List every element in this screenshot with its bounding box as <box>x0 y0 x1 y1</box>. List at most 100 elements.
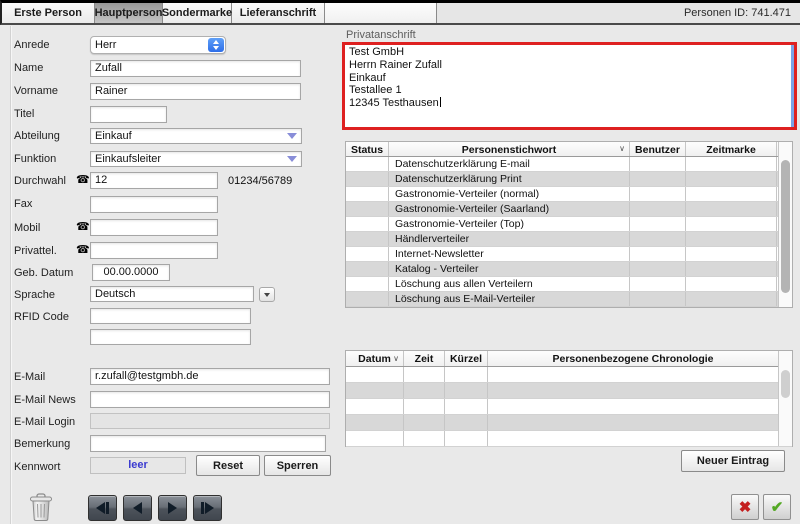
phone-icon[interactable]: ☎ <box>76 245 90 256</box>
kennwort-display: leer <box>90 457 186 474</box>
email-label: E-Mail <box>14 371 45 383</box>
vorname-input[interactable]: Rainer <box>90 83 301 100</box>
column-header-zeitmarke[interactable]: Zeitmarke <box>686 142 777 156</box>
textarea-scrollbar[interactable] <box>791 45 794 127</box>
delete-record-button[interactable] <box>25 491 57 522</box>
chevron-down-icon <box>287 156 297 162</box>
confirm-button[interactable]: ✔ <box>763 494 791 520</box>
vorname-label: Vorname <box>14 85 58 97</box>
chronologie-table: Datum∨ Zeit Kürzel Personenbezogene Chro… <box>345 350 793 447</box>
person-id-label: Personen ID: 741.471 <box>437 3 800 23</box>
table-row[interactable]: Datenschutzerklärung Print <box>346 172 792 187</box>
table-row[interactable] <box>346 383 792 399</box>
table-row[interactable] <box>346 399 792 415</box>
tab-erste-person[interactable]: Erste Person <box>2 3 95 23</box>
privattel-input[interactable] <box>90 242 218 259</box>
table-row[interactable] <box>346 367 792 383</box>
titel-label: Titel <box>14 108 34 120</box>
chevron-down-icon <box>287 133 297 139</box>
anrede-select[interactable]: Herr <box>90 36 226 54</box>
fax-input[interactable] <box>90 196 218 213</box>
cancel-x-icon: ✖ <box>739 498 752 516</box>
funktion-combo[interactable]: Einkaufsleiter <box>90 151 302 167</box>
mobil-input[interactable] <box>90 219 218 236</box>
column-header-zeit[interactable]: Zeit <box>404 351 445 366</box>
nav-previous-record-button[interactable] <box>123 495 152 521</box>
sprache-label: Sprache <box>14 289 55 301</box>
email-login-label: E-Mail Login <box>14 416 75 428</box>
abteilung-label: Abteilung <box>14 130 60 142</box>
nav-next-record-button[interactable] <box>158 495 187 521</box>
name-input[interactable]: Zufall <box>90 60 301 77</box>
table-row[interactable]: Datenschutzerklärung E-mail <box>346 157 792 172</box>
table-row[interactable]: Gastronomie-Verteiler (normal) <box>346 187 792 202</box>
table-row[interactable]: Gastronomie-Verteiler (Top) <box>346 217 792 232</box>
stichwort-table: Status Personenstichwort∨ Benutzer Zeitm… <box>345 141 793 308</box>
tab-hauptperson[interactable]: Hauptperson <box>95 3 163 23</box>
tab-filler <box>325 3 437 23</box>
neuer-eintrag-button[interactable]: Neuer Eintrag <box>681 450 785 472</box>
column-header-kuerzel[interactable]: Kürzel <box>445 351 488 366</box>
chevron-down-icon <box>264 293 270 297</box>
kennwort-label: Kennwort <box>14 461 60 473</box>
table-row[interactable]: Löschung aus E-Mail-Verteiler <box>346 292 792 307</box>
privatanschrift-value: Test GmbH Herrn Rainer Zufall Einkauf Te… <box>349 46 786 110</box>
privattel-label: Privattel. <box>14 245 57 257</box>
table-row[interactable]: Händlerverteiler <box>346 232 792 247</box>
email-news-input[interactable] <box>90 391 330 408</box>
durchwahl-label: Durchwahl <box>14 175 66 187</box>
geb-datum-label: Geb. Datum <box>14 267 73 279</box>
column-header-chronologie[interactable]: Personenbezogene Chronologie <box>488 351 779 366</box>
arrow-left-icon <box>133 502 142 514</box>
nav-first-record-button[interactable] <box>88 495 117 521</box>
geb-datum-input[interactable]: 00.00.0000 <box>92 264 170 281</box>
scrollbar-thumb[interactable] <box>781 160 790 293</box>
popup-stepper-icon <box>208 38 224 52</box>
sperren-button[interactable]: Sperren <box>264 455 331 476</box>
table-row[interactable] <box>346 415 792 431</box>
tab-lieferanschrift[interactable]: Lieferanschrift <box>232 3 325 23</box>
table-row[interactable]: Gastronomie-Verteiler (Saarland) <box>346 202 792 217</box>
arrow-left-bar-icon <box>96 502 105 514</box>
funktion-value: Einkaufsleiter <box>95 153 161 165</box>
sprache-input[interactable]: Deutsch <box>90 286 254 302</box>
rfid-input-2[interactable] <box>90 329 251 345</box>
privatanschrift-textarea[interactable]: Test GmbH Herrn Rainer Zufall Einkauf Te… <box>342 42 797 130</box>
tab-sondermarke[interactable]: Sondermarke <box>163 3 232 23</box>
stichwort-table-header: Status Personenstichwort∨ Benutzer Zeitm… <box>346 142 792 157</box>
titel-input[interactable] <box>90 106 167 123</box>
chronologie-table-body <box>346 367 792 447</box>
email-login-input <box>90 413 330 429</box>
rfid-label: RFID Code <box>14 311 69 323</box>
reset-button[interactable]: Reset <box>196 455 260 476</box>
column-header-status[interactable]: Status <box>346 142 389 156</box>
arrow-right-icon <box>168 502 177 514</box>
email-input[interactable]: r.zufall@testgmbh.de <box>90 368 330 385</box>
sprache-dropdown-button[interactable] <box>259 287 275 302</box>
durchwahl-input[interactable]: 12 <box>90 172 218 189</box>
phone-icon[interactable]: ☎ <box>76 222 90 233</box>
nav-last-record-button[interactable] <box>193 495 222 521</box>
column-header-datum[interactable]: Datum∨ <box>346 351 404 366</box>
table-row[interactable] <box>346 431 792 447</box>
column-header-personenstichwort[interactable]: Personenstichwort∨ <box>389 142 630 156</box>
main-window: Erste Person Hauptperson Sondermarke Lie… <box>0 0 800 524</box>
rfid-input-1[interactable] <box>90 308 251 324</box>
abteilung-combo[interactable]: Einkauf <box>90 128 302 144</box>
sort-descending-icon: ∨ <box>619 144 625 153</box>
table-row[interactable]: Katalog - Verteiler <box>346 262 792 277</box>
scrollbar-thumb[interactable] <box>781 370 790 398</box>
bemerkung-input[interactable] <box>90 435 326 452</box>
column-header-benutzer[interactable]: Benutzer <box>630 142 686 156</box>
fax-label: Fax <box>14 198 32 210</box>
table-row[interactable]: Löschung aus allen Verteilern <box>346 277 792 292</box>
phone-icon[interactable]: ☎ <box>76 175 90 186</box>
abteilung-value: Einkauf <box>95 130 132 142</box>
panel-groove <box>10 26 11 524</box>
stichwort-table-body: Datenschutzerklärung E-mail Datenschutze… <box>346 157 792 307</box>
table-scrollbar[interactable] <box>778 351 792 446</box>
funktion-label: Funktion <box>14 153 56 165</box>
table-scrollbar[interactable] <box>778 142 792 307</box>
table-row[interactable]: Internet-Newsletter <box>346 247 792 262</box>
cancel-button[interactable]: ✖ <box>731 494 759 520</box>
